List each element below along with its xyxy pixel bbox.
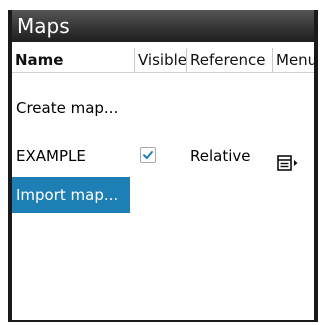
column-header: Name Visible Reference Menu: [12, 48, 317, 72]
check-icon: [143, 151, 153, 159]
title-bar: Maps: [12, 10, 314, 42]
column-header-reference[interactable]: Reference: [186, 48, 272, 72]
column-header-menu[interactable]: Menu: [272, 48, 317, 72]
import-map-label: Import map...: [16, 186, 119, 204]
header-divider: [12, 72, 314, 73]
column-header-name[interactable]: Name: [12, 48, 134, 72]
column-header-visible[interactable]: Visible: [134, 48, 187, 72]
import-map-item[interactable]: Import map...: [12, 177, 130, 213]
maps-dialog: Maps Name Visible Reference Menu Create …: [8, 10, 318, 322]
reference-value: Relative: [190, 147, 251, 165]
map-name: EXAMPLE: [16, 147, 86, 165]
menu-icon[interactable]: [277, 148, 299, 184]
visible-checkbox[interactable]: [140, 147, 156, 163]
map-row-example[interactable]: EXAMPLE Relative: [12, 138, 314, 174]
dialog-title: Maps: [17, 14, 70, 38]
create-map-label: Create map...: [16, 99, 119, 117]
create-map-item[interactable]: Create map...: [12, 90, 212, 126]
